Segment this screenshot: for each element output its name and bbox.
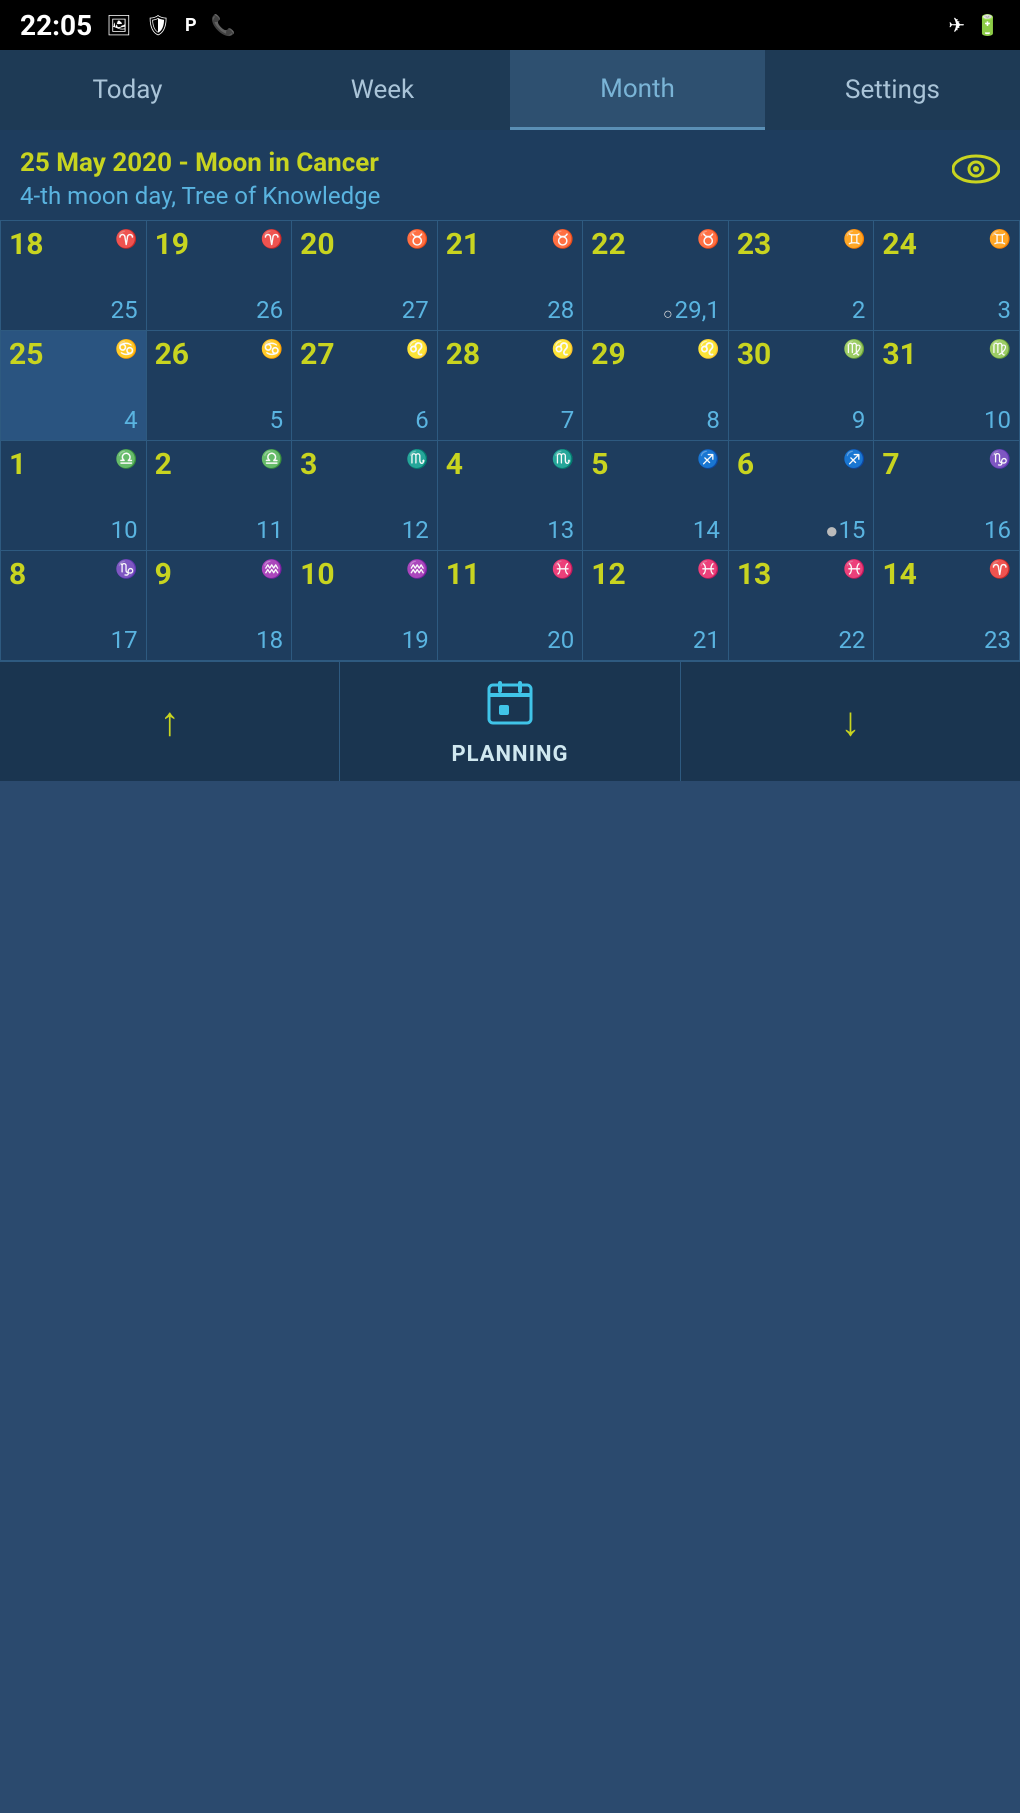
bottom-bar: ↑ PLANNING ↓: [0, 661, 1020, 781]
next-button[interactable]: ↓: [681, 662, 1020, 781]
app-content: 25 May 2020 - Moon in Cancer 4-th moon d…: [0, 130, 1020, 781]
table-row[interactable]: 19♈ 26: [147, 221, 293, 331]
table-row[interactable]: 27♌ 6: [292, 331, 438, 441]
table-row[interactable]: 22♉ ○ 29,1: [583, 221, 729, 331]
header-info: 25 May 2020 - Moon in Cancer 4-th moon d…: [0, 130, 1020, 220]
gallery-icon: 🖼: [106, 13, 131, 37]
table-row[interactable]: 1♎ 10: [1, 441, 147, 551]
table-row[interactable]: 30♍ 9: [729, 331, 875, 441]
header-text: 25 May 2020 - Moon in Cancer 4-th moon d…: [20, 148, 380, 210]
table-row[interactable]: 21♉ 28: [438, 221, 584, 331]
table-row[interactable]: 4♏ 13: [438, 441, 584, 551]
table-row[interactable]: 6♐ ● 15: [729, 441, 875, 551]
status-time: 22:05: [20, 9, 92, 42]
table-row[interactable]: 10♒ 19: [292, 551, 438, 661]
table-row[interactable]: 8♑ 17: [1, 551, 147, 661]
phone-icon: 📞: [211, 13, 236, 37]
shield-icon: 🛡: [146, 13, 171, 37]
table-row[interactable]: 12♓ 21: [583, 551, 729, 661]
status-bar-right: ✈ 🔋: [948, 13, 1000, 37]
table-row[interactable]: 26♋ 5: [147, 331, 293, 441]
up-arrow-icon: ↑: [160, 698, 180, 745]
tab-week[interactable]: Week: [255, 50, 510, 130]
table-row[interactable]: 14♈ 23: [874, 551, 1020, 661]
table-row[interactable]: 9♒ 18: [147, 551, 293, 661]
battery-icon: 🔋: [975, 13, 1000, 37]
tab-settings[interactable]: Settings: [765, 50, 1020, 130]
table-row[interactable]: 2♎ 11: [147, 441, 293, 551]
header-moonday: 4-th moon day, Tree of Knowledge: [20, 182, 380, 210]
table-row[interactable]: 25♋ 4: [1, 331, 147, 441]
table-row[interactable]: 28♌ 7: [438, 331, 584, 441]
eye-icon[interactable]: [952, 152, 1000, 194]
planning-icon: [485, 677, 535, 736]
table-row[interactable]: 11♓ 20: [438, 551, 584, 661]
tab-bar: Today Week Month Settings: [0, 50, 1020, 130]
planning-label: PLANNING: [451, 742, 568, 767]
table-row[interactable]: 29♌ 8: [583, 331, 729, 441]
status-bar-left: 22:05 🖼 🛡 P 📞: [20, 9, 235, 42]
table-row[interactable]: 23♊ 2: [729, 221, 875, 331]
down-arrow-icon: ↓: [840, 698, 860, 745]
tab-month[interactable]: Month: [510, 50, 765, 130]
table-row[interactable]: 24♊ 3: [874, 221, 1020, 331]
table-row[interactable]: 3♏ 12: [292, 441, 438, 551]
calendar-grid: 18♈ 25 19♈ 26 20♉ 27 21♉ 28 22♉ ○ 29,1 2…: [0, 220, 1020, 661]
table-row[interactable]: 13♓ 22: [729, 551, 875, 661]
parking-icon: P: [185, 15, 197, 36]
table-row[interactable]: 20♉ 27: [292, 221, 438, 331]
table-row[interactable]: 31♍ 10: [874, 331, 1020, 441]
table-row[interactable]: 5♐ 14: [583, 441, 729, 551]
tab-today[interactable]: Today: [0, 50, 255, 130]
status-bar: 22:05 🖼 🛡 P 📞 ✈ 🔋: [0, 0, 1020, 50]
airplane-icon: ✈: [948, 13, 965, 37]
table-row[interactable]: 18♈ 25: [1, 221, 147, 331]
table-row[interactable]: 7♑ 16: [874, 441, 1020, 551]
header-date: 25 May 2020 - Moon in Cancer: [20, 148, 380, 178]
prev-button[interactable]: ↑: [0, 662, 339, 781]
planning-button[interactable]: PLANNING: [339, 662, 680, 781]
